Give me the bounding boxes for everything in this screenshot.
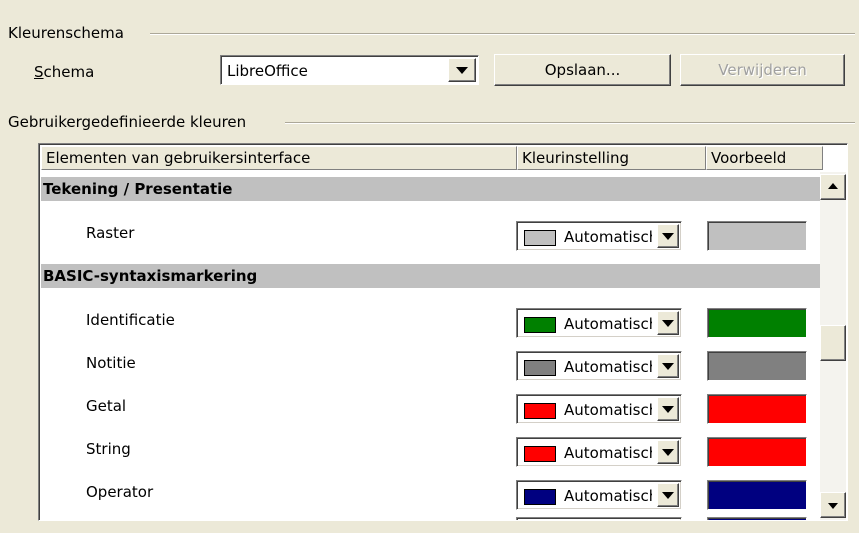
scroll-up-arrow-icon[interactable] (820, 174, 846, 200)
color-setting-value: Automatisch (564, 358, 652, 376)
scheme-dropdown-arrow[interactable] (448, 58, 476, 82)
color-swatch (524, 230, 556, 246)
color-swatch (524, 403, 556, 419)
ui-elements-color-table[interactable]: Elementen van gebruikersinterface Kleuri… (38, 143, 848, 521)
color-setting-dropdown[interactable]: Automatisch (516, 351, 682, 381)
scheme-label: Schema (34, 63, 94, 81)
color-preview (707, 351, 807, 381)
save-button-label: Opslaan... (544, 61, 621, 79)
scrollbar-thumb[interactable] (820, 325, 846, 361)
color-dropdown-arrow[interactable] (657, 397, 679, 421)
item-label: Identificatie (86, 311, 175, 329)
color-preview (707, 480, 807, 510)
color-swatch (524, 489, 556, 505)
item-label: Getal (86, 397, 127, 415)
column-header-elements[interactable]: Elementen van gebruikersinterface (41, 146, 517, 170)
color-dropdown-arrow[interactable] (657, 224, 679, 248)
color-setting-value: Automatisch (564, 444, 652, 462)
color-setting-dropdown[interactable]: Automatisch (516, 437, 682, 467)
custom-section-line (285, 122, 855, 124)
delete-button-label: Verwijderen (718, 61, 807, 79)
custom-section-title: Gebruikergedefinieerde kleuren (8, 113, 253, 131)
color-setting-value: Automatisch (564, 228, 652, 246)
scheme-label-accesskey: S (34, 63, 44, 81)
scheme-label-rest: chema (43, 63, 95, 81)
column-header-color-setting[interactable]: Kleurinstelling (517, 146, 706, 170)
color-preview (707, 437, 807, 467)
group-header-basic-syntax: BASIC-syntaxismarkering (41, 264, 823, 288)
color-swatch (524, 446, 556, 462)
scroll-down-arrow-icon[interactable] (820, 492, 846, 518)
item-label: String (86, 440, 131, 458)
scheme-dropdown[interactable]: LibreOffice (220, 55, 479, 85)
color-preview (707, 394, 807, 424)
color-swatch (524, 317, 556, 333)
color-preview (707, 221, 807, 251)
color-setting-dropdown[interactable]: Automatisch (516, 394, 682, 424)
color-preview (707, 517, 807, 520)
color-dropdown-arrow[interactable] (657, 440, 679, 464)
color-swatch (524, 360, 556, 376)
scheme-section-title: Kleurenschema (8, 24, 130, 42)
item-label: Raster (86, 224, 135, 242)
group-header-drawing: Tekening / Presentatie (41, 177, 823, 201)
save-button[interactable]: Opslaan... (494, 54, 671, 86)
color-setting-dropdown[interactable]: Automatisch (516, 308, 682, 338)
color-setting-dropdown[interactable]: Automatisch (516, 221, 682, 251)
color-setting-value: Automatisch (564, 401, 652, 419)
color-preview (707, 308, 807, 338)
color-dropdown-arrow[interactable] (657, 354, 679, 378)
color-setting-dropdown[interactable]: Automatisch (516, 480, 682, 510)
color-dropdown-arrow[interactable] (657, 311, 679, 335)
column-header-preview[interactable]: Voorbeeld (706, 146, 823, 170)
vertical-scrollbar[interactable] (820, 172, 846, 520)
delete-button[interactable]: Verwijderen (680, 54, 845, 86)
scheme-value: LibreOffice (227, 62, 308, 80)
item-label: Notitie (86, 354, 136, 372)
item-label: Operator (86, 483, 154, 501)
scheme-section-line (150, 33, 855, 35)
color-dropdown-arrow[interactable] (657, 483, 679, 507)
color-setting-value: Automatisch (564, 487, 652, 505)
color-setting-value: Automatisch (564, 315, 652, 333)
color-setting-dropdown[interactable] (516, 517, 682, 520)
